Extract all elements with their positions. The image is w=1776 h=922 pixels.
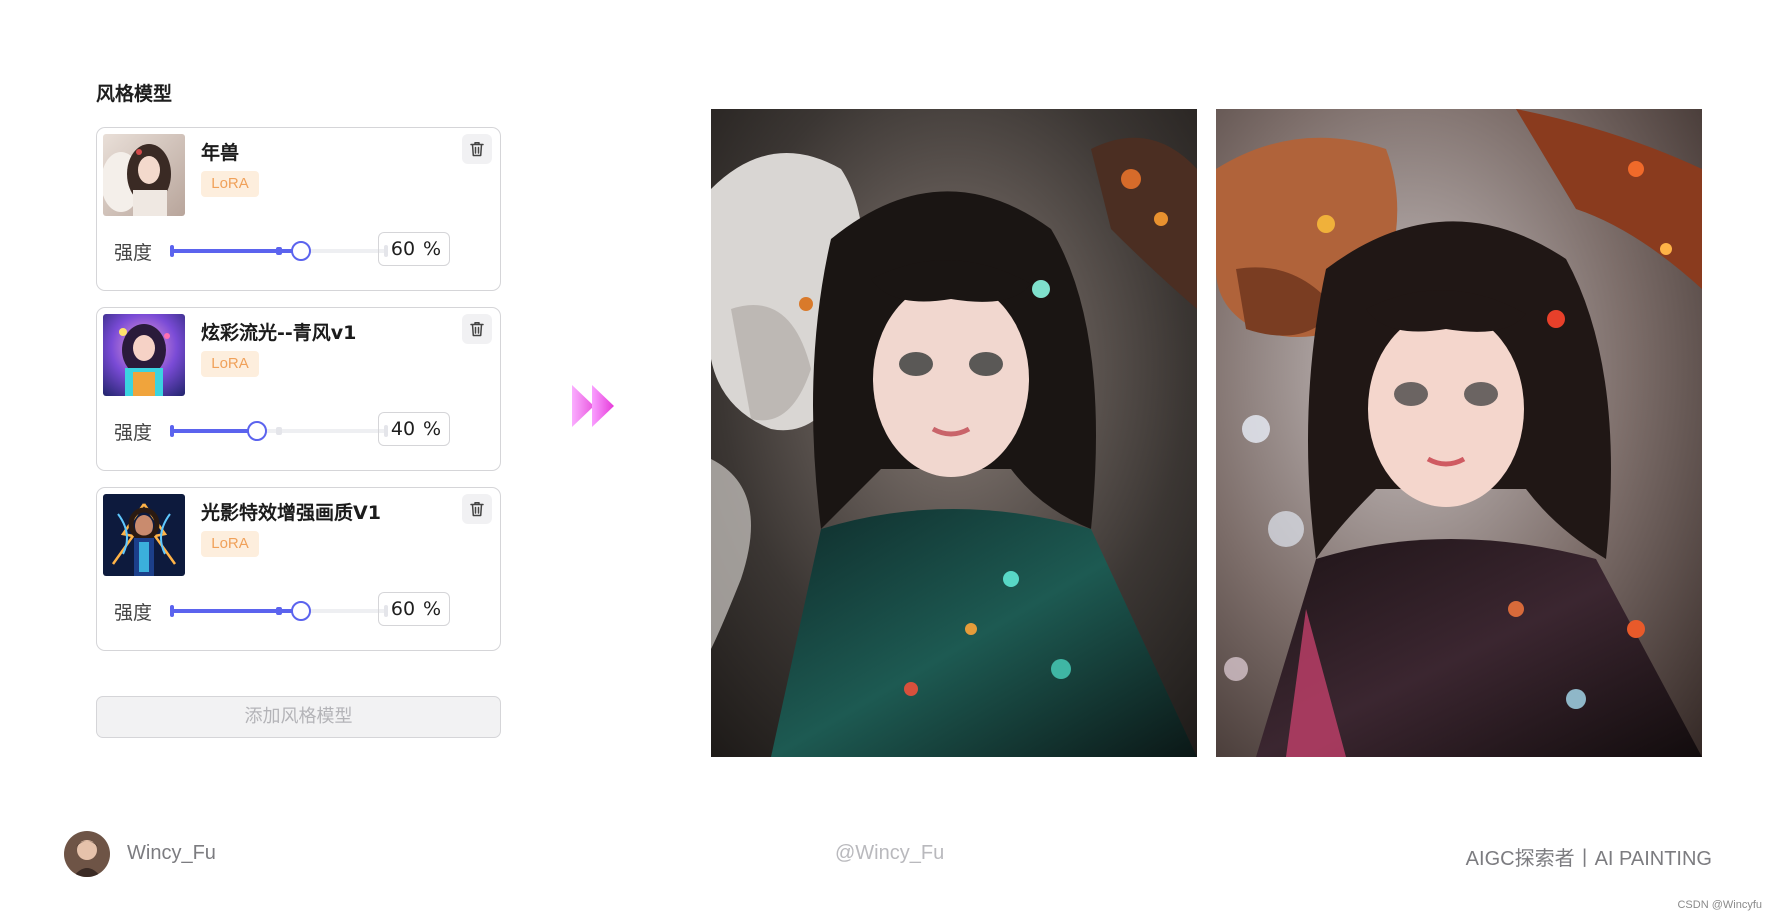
strength-value: 40	[390, 418, 416, 440]
brand-tagline: AIGC探索者丨AI PAINTING	[1465, 848, 1712, 870]
model-name: 年兽	[201, 142, 240, 164]
delete-button[interactable]	[462, 314, 492, 344]
strength-input[interactable]: 60 %	[378, 592, 450, 626]
panel-title: 风格模型	[96, 83, 173, 105]
generated-image-before	[711, 109, 1197, 757]
trash-icon	[470, 322, 484, 337]
model-card: 炫彩流光--青风v1 LoRA 强度 40 %	[96, 307, 501, 471]
strength-label: 强度	[114, 242, 153, 264]
slider-start-mark	[170, 605, 174, 617]
model-name: 炫彩流光--青风v1	[201, 322, 357, 344]
model-card: 光影特效增强画质V1 LoRA 强度 60 %	[96, 487, 501, 651]
strength-value: 60	[390, 598, 416, 620]
add-style-model-button[interactable]: 添加风格模型	[96, 696, 501, 738]
author-handle: @Wincy_Fu	[835, 842, 945, 864]
slider-start-mark	[170, 425, 174, 437]
percent-unit: %	[422, 238, 441, 260]
slider-fill	[171, 429, 258, 433]
style-model-panel: 风格模型 年兽 LoRA 强度 60 % 炫彩流光--青风v1 LoRA 强度 …	[85, 70, 520, 770]
model-card: 年兽 LoRA 强度 60 %	[96, 127, 501, 291]
trash-icon	[470, 502, 484, 517]
model-name: 光影特效增强画质V1	[201, 502, 381, 524]
strength-slider[interactable]	[170, 239, 388, 263]
slider-mid-mark	[276, 607, 282, 615]
delete-button[interactable]	[462, 494, 492, 524]
lora-badge: LoRA	[201, 531, 259, 557]
model-thumbnail	[103, 494, 185, 576]
strength-input[interactable]: 60 %	[378, 232, 450, 266]
author-name: Wincy_Fu	[127, 842, 216, 864]
model-thumbnail	[103, 314, 185, 396]
model-thumbnail	[103, 134, 185, 216]
slider-thumb[interactable]	[290, 601, 311, 621]
strength-input[interactable]: 40 %	[378, 412, 450, 446]
avatar	[64, 831, 110, 877]
strength-slider[interactable]	[170, 419, 388, 443]
double-chevron-right-icon	[572, 385, 614, 427]
lora-badge: LoRA	[201, 351, 259, 377]
slider-start-mark	[170, 245, 174, 257]
generated-image-after	[1216, 109, 1702, 757]
percent-unit: %	[422, 418, 441, 440]
slider-thumb[interactable]	[247, 421, 268, 441]
strength-label: 强度	[114, 602, 153, 624]
strength-slider[interactable]	[170, 599, 388, 623]
percent-unit: %	[422, 598, 441, 620]
lora-badge: LoRA	[201, 171, 259, 197]
trash-icon	[470, 142, 484, 157]
slider-mid-mark	[276, 427, 282, 435]
slider-mid-mark	[276, 247, 282, 255]
delete-button[interactable]	[462, 134, 492, 164]
csdn-watermark: CSDN @Wincyfu	[1677, 899, 1762, 911]
strength-value: 60	[390, 238, 416, 260]
slider-thumb[interactable]	[290, 241, 311, 261]
strength-label: 强度	[114, 422, 153, 444]
